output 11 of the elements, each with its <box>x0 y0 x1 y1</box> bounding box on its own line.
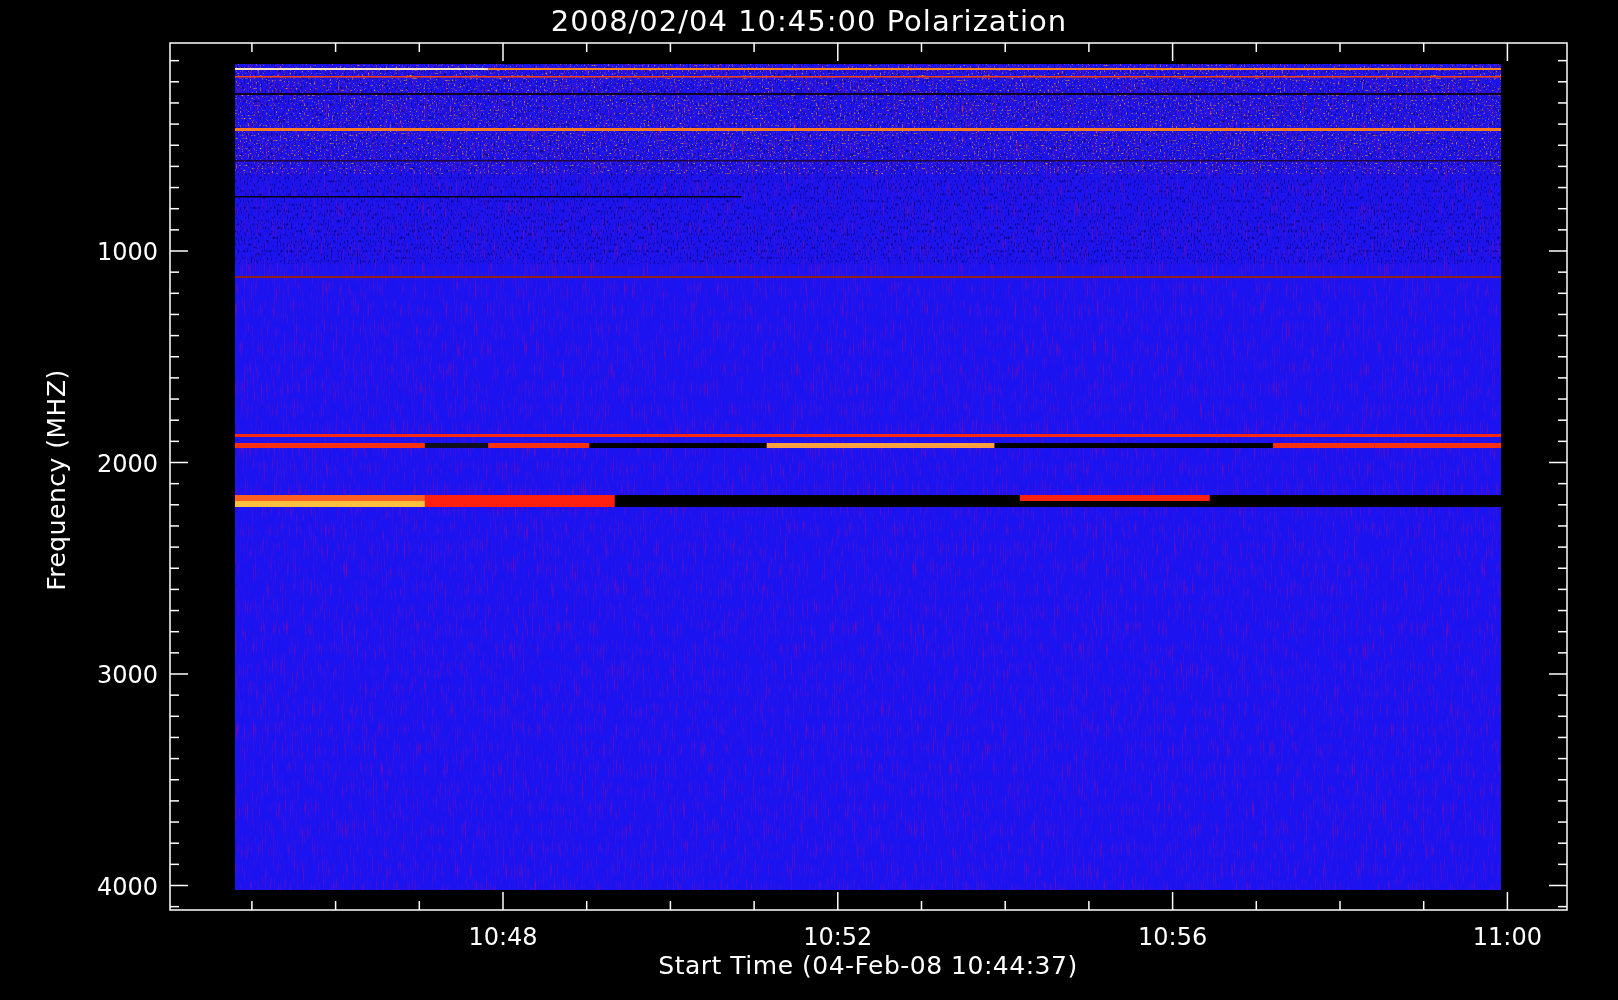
x-tick-label: 10:56 <box>1138 923 1208 951</box>
x-tick-label: 10:48 <box>468 923 538 951</box>
y-tick-label: 1000 <box>96 238 158 266</box>
y-tick-label: 4000 <box>96 872 158 901</box>
y-axis-label: Frequency (MHZ) <box>42 369 71 591</box>
y-tick-label: 2000 <box>96 449 158 478</box>
x-axis-label: Start Time (04-Feb-08 10:44:37) <box>658 951 1078 980</box>
x-tick-label: 10:52 <box>803 923 873 951</box>
x-tick-label: 11:00 <box>1472 923 1542 951</box>
y-tick-label: 3000 <box>96 661 158 689</box>
chart-title: 2008/02/04 10:45:00 Polarization <box>550 4 1068 38</box>
